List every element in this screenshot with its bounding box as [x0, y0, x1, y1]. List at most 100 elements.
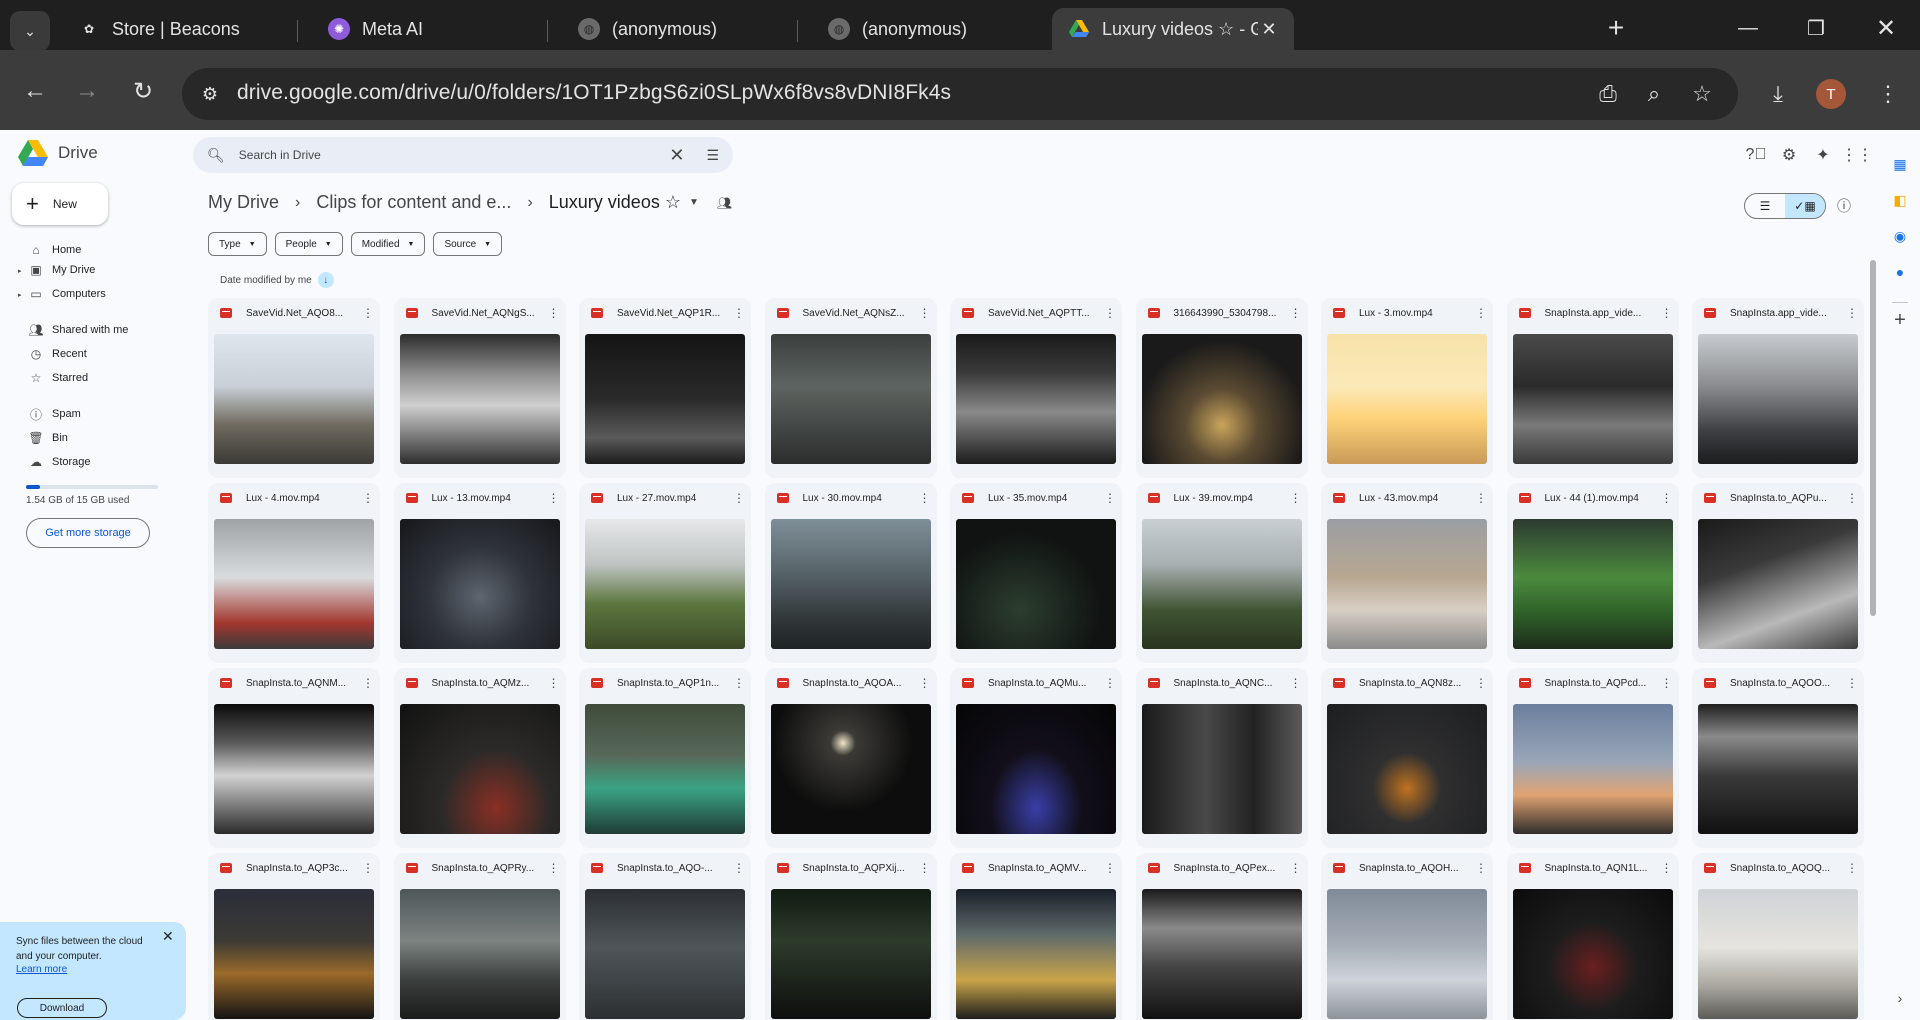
- video-thumbnail[interactable]: [770, 519, 931, 649]
- file-card[interactable]: Lux - 43.mov.mp4 ⋮: [1321, 483, 1493, 663]
- video-thumbnail[interactable]: [770, 334, 931, 464]
- tab-close-icon[interactable]: ✕: [1258, 19, 1280, 40]
- more-actions-icon[interactable]: ⋮: [1290, 861, 1302, 875]
- file-card[interactable]: SaveVid.Net_AQNsZ... ⋮: [764, 298, 937, 478]
- more-actions-icon[interactable]: ⋮: [1661, 676, 1673, 690]
- video-thumbnail[interactable]: [399, 519, 560, 649]
- video-thumbnail[interactable]: [956, 519, 1116, 649]
- file-card[interactable]: SnapInsta.to_AQOO... ⋮: [1692, 668, 1864, 848]
- video-thumbnail[interactable]: [214, 519, 374, 649]
- expand-caret-icon[interactable]: ▸: [18, 267, 22, 275]
- more-actions-icon[interactable]: ⋮: [1104, 306, 1116, 320]
- video-thumbnail[interactable]: [585, 334, 745, 464]
- sort-control[interactable]: Date modified by me ↓: [220, 272, 334, 288]
- video-thumbnail[interactable]: [585, 704, 745, 834]
- sidebar-item-bin[interactable]: 🗑︎ Bin: [28, 428, 68, 448]
- video-thumbnail[interactable]: [1512, 334, 1673, 464]
- more-actions-icon[interactable]: ⋮: [919, 306, 931, 320]
- browser-menu-icon[interactable]: ⋮: [1872, 78, 1904, 110]
- filter-type[interactable]: Type ▼: [208, 232, 267, 256]
- downloads-icon[interactable]: ⤓: [1762, 78, 1794, 110]
- file-card[interactable]: SnapInsta.to_AQMV... ⋮: [950, 853, 1122, 1020]
- file-card[interactable]: SnapInsta.app_vide... ⋮: [1506, 298, 1679, 478]
- file-card[interactable]: SnapInsta.to_AQPex... ⋮: [1135, 853, 1308, 1020]
- video-thumbnail[interactable]: [399, 704, 560, 834]
- more-actions-icon[interactable]: ⋮: [1846, 676, 1858, 690]
- file-card[interactable]: SnapInsta.app_vide... ⋮: [1692, 298, 1864, 478]
- more-actions-icon[interactable]: ⋮: [1290, 306, 1302, 320]
- minimize-icon[interactable]: —: [1718, 8, 1778, 48]
- download-button[interactable]: Download: [17, 998, 107, 1018]
- video-thumbnail[interactable]: [956, 889, 1116, 1019]
- file-card[interactable]: SnapInsta.to_AQOH... ⋮: [1321, 853, 1493, 1020]
- filter-modified[interactable]: Modified ▼: [350, 232, 426, 256]
- more-actions-icon[interactable]: ⋮: [1104, 861, 1116, 875]
- more-actions-icon[interactable]: ⋮: [1475, 676, 1487, 690]
- url-text[interactable]: drive.google.com/drive/u/0/folders/1OT1P…: [237, 81, 951, 105]
- more-actions-icon[interactable]: ⋮: [362, 306, 374, 320]
- more-actions-icon[interactable]: ⋮: [733, 491, 745, 505]
- video-thumbnail[interactable]: [1698, 704, 1858, 834]
- file-card[interactable]: SnapInsta.to_AQP1n... ⋮: [579, 668, 751, 848]
- file-card[interactable]: SnapInsta.to_AQNC... ⋮: [1135, 668, 1308, 848]
- file-card[interactable]: Lux - 4.mov.mp4 ⋮: [208, 483, 380, 663]
- more-actions-icon[interactable]: ⋮: [1475, 861, 1487, 875]
- drive-logo[interactable]: Drive: [18, 140, 98, 166]
- get-more-storage-button[interactable]: Get more storage: [26, 518, 150, 548]
- video-thumbnail[interactable]: [1327, 889, 1487, 1019]
- reload-icon[interactable]: ↻: [126, 74, 160, 108]
- video-thumbnail[interactable]: [956, 704, 1116, 834]
- chevron-right-icon[interactable]: ›: [1890, 988, 1910, 1008]
- zoom-icon[interactable]: ⌕: [1638, 78, 1670, 110]
- file-card[interactable]: SaveVid.Net_AQNgS... ⋮: [393, 298, 566, 478]
- clear-search-icon[interactable]: ✕: [669, 145, 684, 166]
- info-icon[interactable]: ⓘ: [1832, 194, 1856, 218]
- file-card[interactable]: SnapInsta.to_AQPu... ⋮: [1692, 483, 1864, 663]
- sort-direction-arrow-icon[interactable]: ↓: [317, 272, 334, 288]
- file-card[interactable]: SnapInsta.to_AQNM... ⋮: [208, 668, 380, 848]
- more-actions-icon[interactable]: ⋮: [1661, 306, 1673, 320]
- more-actions-icon[interactable]: ⋮: [548, 306, 560, 320]
- more-actions-icon[interactable]: ⋮: [1104, 676, 1116, 690]
- keep-icon[interactable]: ◧: [1890, 190, 1910, 210]
- file-card[interactable]: Lux - 44 (1).mov.mp4 ⋮: [1506, 483, 1679, 663]
- more-actions-icon[interactable]: ⋮: [1846, 491, 1858, 505]
- learn-more-link[interactable]: Learn more: [16, 964, 170, 975]
- more-actions-icon[interactable]: ⋮: [1661, 491, 1673, 505]
- site-info-icon[interactable]: ⚙: [196, 80, 224, 108]
- video-thumbnail[interactable]: [214, 704, 374, 834]
- restore-icon[interactable]: ❐: [1786, 8, 1846, 48]
- video-thumbnail[interactable]: [399, 889, 560, 1019]
- video-thumbnail[interactable]: [1698, 519, 1858, 649]
- sidebar-item-my-drive[interactable]: ▣ My Drive: [28, 260, 95, 280]
- more-actions-icon[interactable]: ⋮: [1475, 491, 1487, 505]
- more-actions-icon[interactable]: ⋮: [1846, 861, 1858, 875]
- video-thumbnail[interactable]: [585, 519, 745, 649]
- more-actions-icon[interactable]: ⋮: [1846, 306, 1858, 320]
- filter-people[interactable]: People ▼: [274, 232, 343, 256]
- video-thumbnail[interactable]: [214, 334, 374, 464]
- more-actions-icon[interactable]: ⋮: [1290, 676, 1302, 690]
- video-thumbnail[interactable]: [1327, 704, 1487, 834]
- video-thumbnail[interactable]: [1141, 889, 1302, 1019]
- video-thumbnail[interactable]: [1512, 889, 1673, 1019]
- add-addon-icon[interactable]: +: [1890, 309, 1910, 331]
- file-card[interactable]: SnapInsta.to_AQPcd... ⋮: [1506, 668, 1679, 848]
- filter-source[interactable]: Source ▼: [433, 232, 503, 256]
- contacts-icon[interactable]: ●: [1890, 262, 1910, 282]
- chevron-down-icon[interactable]: ▼: [689, 197, 699, 208]
- gemini-sparkle-icon[interactable]: ✦: [1810, 142, 1836, 168]
- more-actions-icon[interactable]: ⋮: [1661, 861, 1673, 875]
- more-actions-icon[interactable]: ⋮: [919, 491, 931, 505]
- file-card[interactable]: SnapInsta.to_AQO-... ⋮: [579, 853, 751, 1020]
- file-card[interactable]: SnapInsta.to_AQPXij... ⋮: [764, 853, 937, 1020]
- apps-grid-icon[interactable]: ⋮⋮: [1841, 142, 1873, 168]
- more-actions-icon[interactable]: ⋮: [1104, 491, 1116, 505]
- search-bar[interactable]: 🔍︎ Search in Drive ✕ ☰: [193, 137, 733, 173]
- scrollbar[interactable]: [1870, 260, 1876, 616]
- video-thumbnail[interactable]: [1141, 519, 1302, 649]
- sidebar-item-shared[interactable]: 👥︎ Shared with me: [28, 320, 128, 340]
- file-card[interactable]: SnapInsta.to_AQP3c... ⋮: [208, 853, 380, 1020]
- more-actions-icon[interactable]: ⋮: [733, 676, 745, 690]
- more-actions-icon[interactable]: ⋮: [548, 861, 560, 875]
